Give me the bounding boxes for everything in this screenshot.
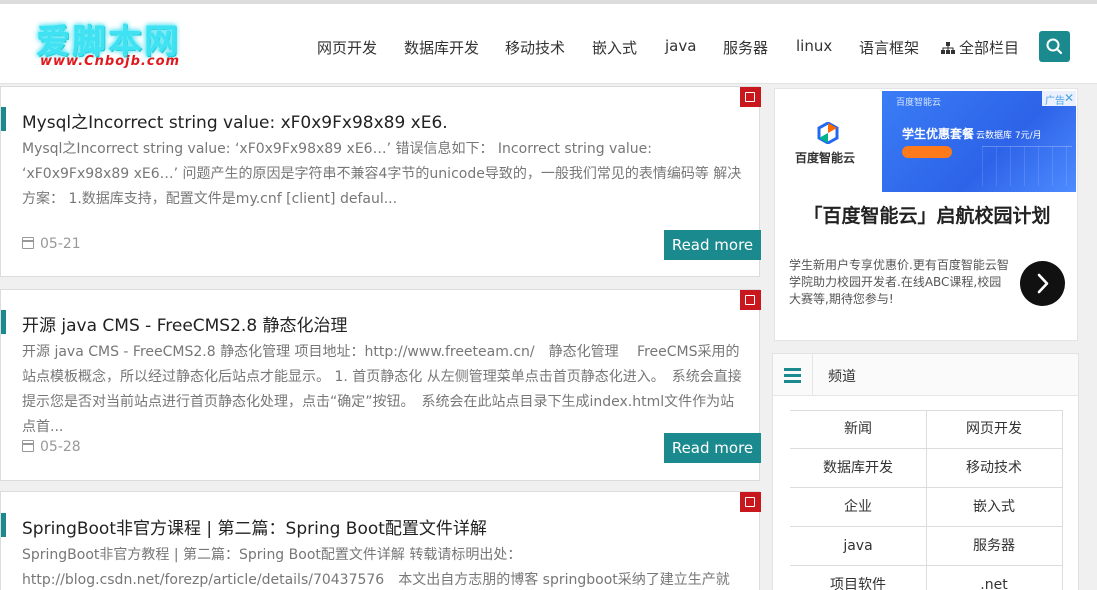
post-card: 开源 java CMS - FreeCMS2.8 静态化治理 开源 java C… [0, 289, 761, 481]
ad-label: 广告 [1045, 96, 1065, 107]
channel-widget: 频道 新闻 网页开发 数据库开发 移动技术 企业 嵌入式 java 服务器 项目… [772, 353, 1079, 590]
post-accent-bar [1, 513, 6, 537]
channel-item-java[interactable]: java [790, 527, 927, 566]
channel-item-database[interactable]: 数据库开发 [790, 449, 927, 488]
channel-item-web-dev[interactable]: 网页开发 [926, 410, 1063, 449]
ad-next-button[interactable] [1020, 261, 1065, 306]
nav-item-linux[interactable]: linux [796, 37, 832, 55]
channel-item-mobile[interactable]: 移动技术 [926, 449, 1063, 488]
menu-icon[interactable] [773, 354, 813, 396]
ad-banner-image[interactable]: 百度智能云 学生优惠套餐 云数据库 7元/月 广告 ✕ [882, 91, 1076, 192]
post-card: Mysql之Incorrect string value: xF0x9Fx98x… [0, 86, 761, 277]
nav-item-server[interactable]: 服务器 [723, 37, 768, 58]
nav-item-web-dev[interactable]: 网页开发 [317, 37, 377, 58]
post-title[interactable]: 开源 java CMS - FreeCMS2.8 静态化治理 [22, 311, 348, 336]
post-excerpt: Mysql之Incorrect string value: ‘xF0x9Fx98… [22, 141, 742, 207]
ad-block[interactable]: 百度智能云 百度智能云 学生优惠套餐 云数据库 7元/月 广告 ✕ 「百度智能云… [774, 88, 1078, 341]
channel-item-embedded[interactable]: 嵌入式 [926, 488, 1063, 527]
channel-header: 频道 [773, 354, 1078, 396]
main-nav: 网页开发 数据库开发 移动技术 嵌入式 java 服务器 linux 语言框架 … [0, 37, 1097, 59]
read-more-button[interactable]: Read more [664, 230, 761, 260]
channel-item-server[interactable]: 服务器 [926, 527, 1063, 566]
ad-banner-decoration [982, 146, 1072, 186]
channel-item-news[interactable]: 新闻 [790, 410, 927, 449]
ad-banner-title: 学生优惠套餐 [902, 127, 975, 141]
ad-brand-logo: 百度智能云 [775, 89, 882, 192]
post-excerpt: 开源 java CMS - FreeCMS2.8 静态化管理 项目地址：http… [22, 344, 742, 435]
ad-banner-button [902, 146, 952, 158]
post-excerpt: SpringBoot非官方教程 | 第二篇：Spring Boot配置文件详解 … [22, 547, 730, 588]
ad-headline[interactable]: 「百度智能云」启航校园计划 [775, 201, 1079, 228]
read-more-button[interactable]: Read more [664, 433, 761, 463]
close-icon[interactable]: ✕ [1064, 91, 1074, 105]
ad-brand-name: 百度智能云 [795, 151, 856, 165]
post-title[interactable]: SpringBoot非官方课程 | 第二篇：Spring Boot配置文件详解 [22, 514, 487, 539]
post-date-text: 05-28 [40, 439, 81, 455]
post-accent-bar [1, 310, 6, 334]
post-card: SpringBoot非官方课程 | 第二篇：Spring Boot配置文件详解 … [0, 491, 761, 590]
channel-grid: 新闻 网页开发 数据库开发 移动技术 企业 嵌入式 java 服务器 项目软件 … [790, 410, 1063, 590]
nav-item-all-columns[interactable]: 全部栏目 [941, 37, 1019, 58]
bookmark-icon[interactable] [740, 492, 761, 512]
baidu-cloud-logo-icon [817, 122, 839, 144]
post-date-text: 05-21 [40, 236, 81, 252]
channel-item-enterprise[interactable]: 企业 [790, 488, 927, 527]
channel-title: 频道 [828, 369, 856, 385]
nav-item-frameworks[interactable]: 语言框架 [859, 37, 919, 58]
post-title[interactable]: Mysql之Incorrect string value: xF0x9Fx98x… [22, 108, 448, 133]
site-header: 爱脚本网 www.Cnbojb.com 网页开发 数据库开发 移动技术 嵌入式 … [0, 0, 1097, 84]
search-button[interactable] [1039, 31, 1070, 62]
ad-choices: 广告 ✕ [1042, 91, 1076, 107]
sitemap-icon [941, 40, 955, 54]
ad-banner-head: 百度智能云 [896, 98, 942, 108]
nav-item-mobile[interactable]: 移动技术 [505, 37, 565, 58]
bookmark-icon[interactable] [740, 290, 761, 310]
post-accent-bar [1, 107, 6, 131]
nav-all-label: 全部栏目 [959, 39, 1020, 57]
calendar-icon [22, 237, 34, 249]
calendar-icon [22, 440, 34, 452]
post-date: 05-28 [22, 439, 81, 455]
post-date: 05-21 [22, 236, 81, 252]
nav-item-database[interactable]: 数据库开发 [404, 37, 479, 58]
ad-banner-price: 云数据库 7元/月 [976, 131, 1042, 141]
bookmark-icon[interactable] [740, 87, 761, 107]
channel-item-project-software[interactable]: 项目软件 [790, 566, 927, 590]
search-icon [1046, 38, 1063, 55]
nav-item-embedded[interactable]: 嵌入式 [592, 37, 637, 58]
ad-description: 学生新用户专享优惠价.更有百度智能云智学院助力校园开发者.在线ABC课程,校园大… [789, 258, 1009, 306]
channel-item-dotnet[interactable]: .net [926, 566, 1063, 590]
nav-item-java[interactable]: java [665, 37, 696, 55]
chevron-right-icon [1037, 273, 1049, 294]
